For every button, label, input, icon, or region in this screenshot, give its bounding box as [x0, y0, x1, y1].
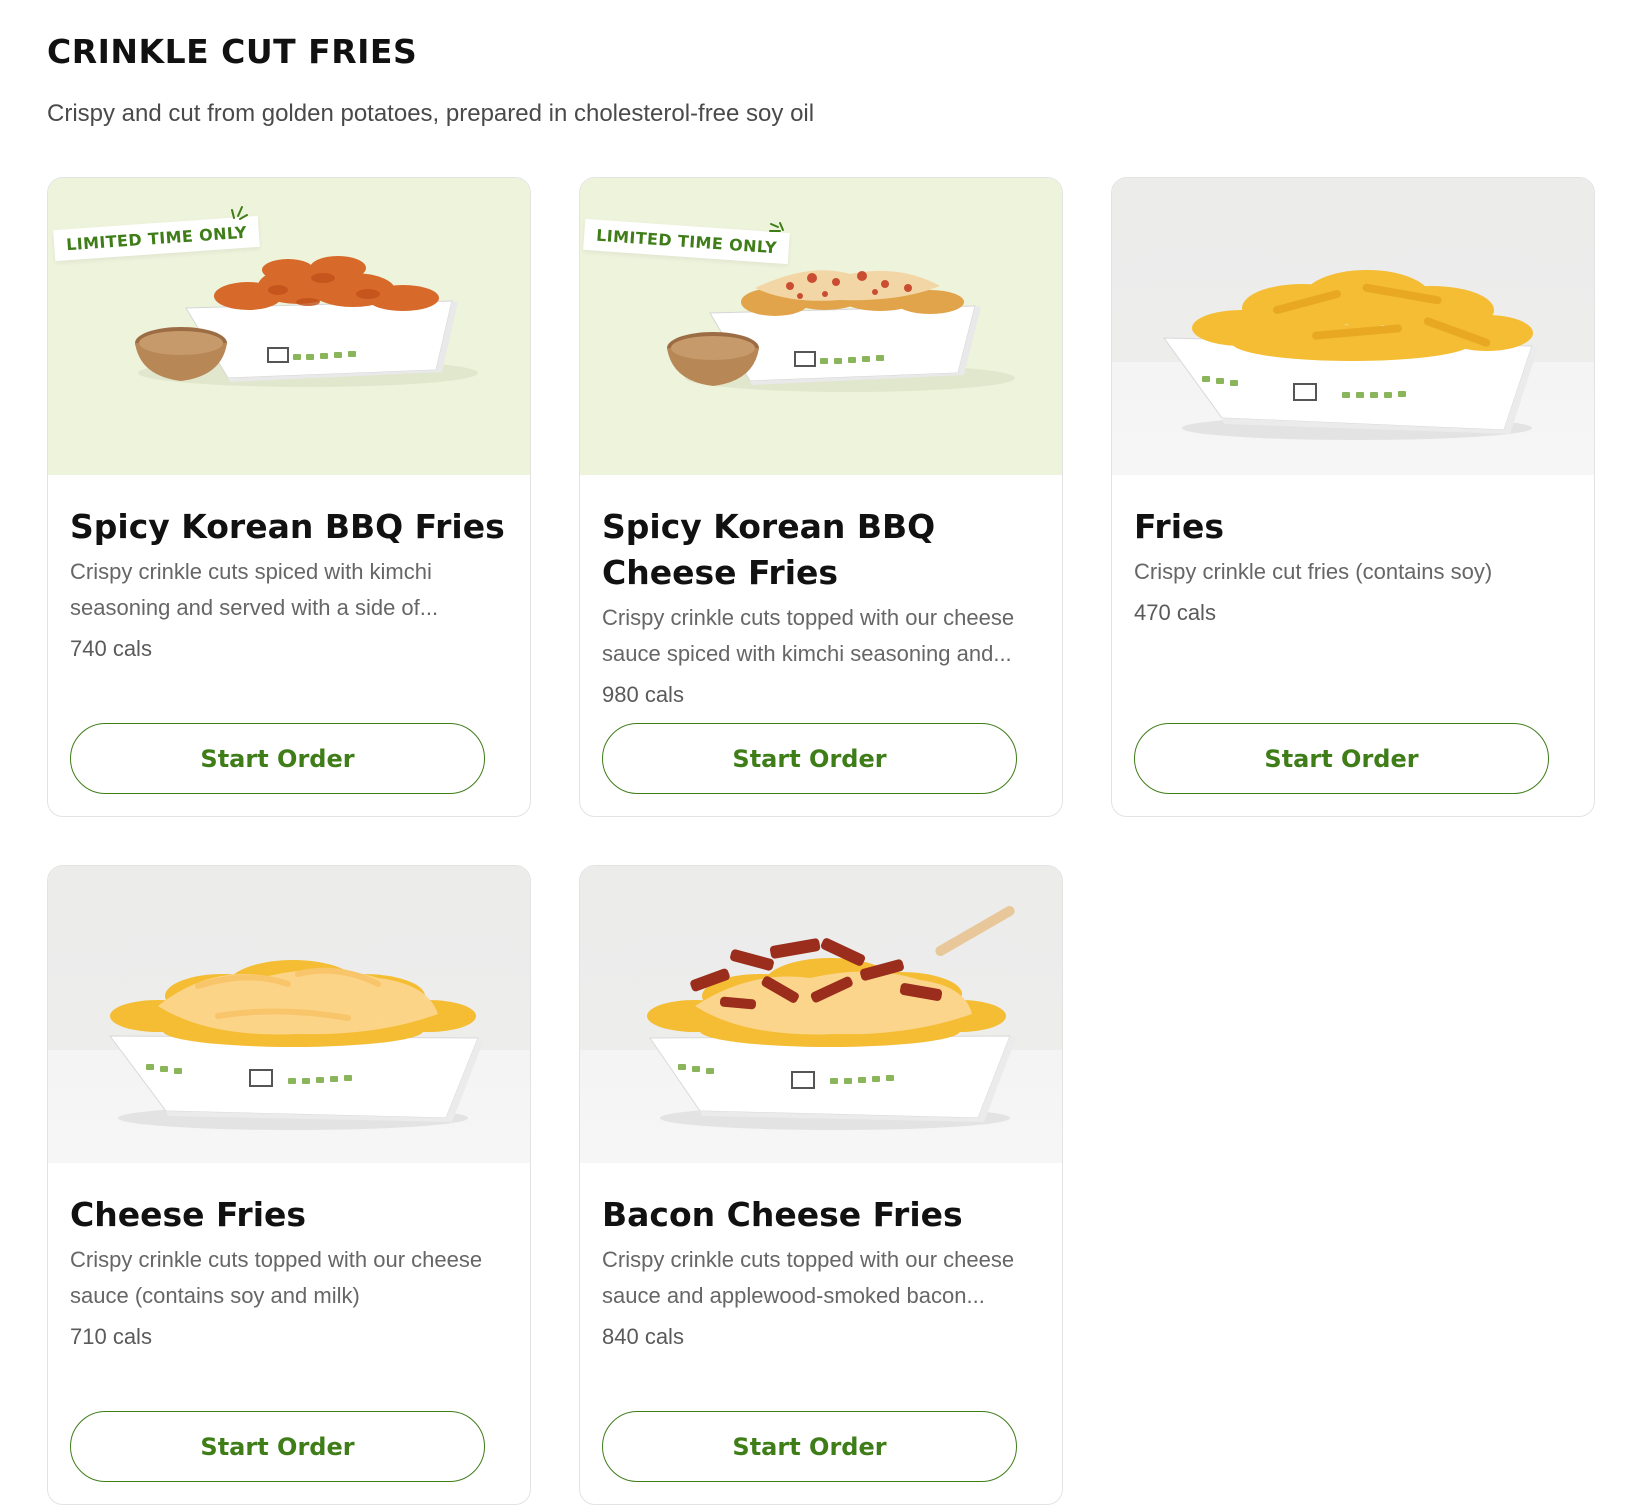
- menu-grid: LIMITED TIME ONLY Spicy Korean BBQ Fries…: [47, 177, 1595, 1505]
- card-image[interactable]: LIMITED TIME ONLY: [580, 178, 1062, 475]
- card-description: Crispy crinkle cuts topped with our chee…: [602, 1247, 1015, 1308]
- card-body: Cheese Fries Crispy crinkle cuts topped …: [70, 1192, 508, 1352]
- spicy-korean-bbq-cheese-fries-photo: [667, 270, 1015, 392]
- card-title: Bacon Cheese Fries: [602, 1195, 963, 1234]
- card-calories: 840 cals: [602, 1324, 684, 1349]
- start-order-button[interactable]: Start Order: [602, 723, 1017, 794]
- card-calories: 710 cals: [70, 1324, 152, 1349]
- card-calories: 470 cals: [1134, 600, 1216, 625]
- card-body: Bacon Cheese Fries Crispy crinkle cuts t…: [602, 1192, 1040, 1352]
- spicy-korean-bbq-fries-photo: [135, 256, 478, 387]
- menu-card-spicy-korean-bbq-fries[interactable]: LIMITED TIME ONLY Spicy Korean BBQ Fries…: [47, 177, 531, 817]
- card-body: Spicy Korean BBQ Cheese Fries Crispy cri…: [602, 504, 1040, 710]
- start-order-button[interactable]: Start Order: [70, 1411, 485, 1482]
- start-order-button[interactable]: Start Order: [1134, 723, 1549, 794]
- card-title: Spicy Korean BBQ Cheese Fries: [602, 507, 936, 592]
- menu-card-bacon-cheese-fries[interactable]: Bacon Cheese Fries Crispy crinkle cuts t…: [579, 865, 1063, 1505]
- card-description: Crispy crinkle cuts topped with our chee…: [70, 1247, 483, 1308]
- card-image[interactable]: [580, 866, 1062, 1163]
- card-description: Crispy crinkle cut fries (contains soy): [1134, 559, 1493, 584]
- card-body: Fries Crispy crinkle cut fries (contains…: [1134, 504, 1572, 628]
- start-order-button[interactable]: Start Order: [602, 1411, 1017, 1482]
- card-description: Crispy crinkle cuts spiced with kimchi s…: [70, 559, 439, 620]
- section-subtitle: Crispy and cut from golden potatoes, pre…: [47, 100, 815, 128]
- start-order-button[interactable]: Start Order: [70, 723, 485, 794]
- spark-icon: [231, 206, 248, 220]
- card-calories: 980 cals: [602, 682, 684, 707]
- section-title: CRINKLE CUT FRIES: [47, 32, 418, 71]
- card-description: Crispy crinkle cuts topped with our chee…: [602, 605, 1015, 666]
- card-body: Spicy Korean BBQ Fries Crispy crinkle cu…: [70, 504, 508, 664]
- card-image[interactable]: [48, 866, 530, 1163]
- menu-card-fries[interactable]: Fries Crispy crinkle cut fries (contains…: [1111, 177, 1595, 817]
- spark-icon: [769, 222, 784, 232]
- menu-card-cheese-fries[interactable]: Cheese Fries Crispy crinkle cuts topped …: [47, 865, 531, 1505]
- card-title: Spicy Korean BBQ Fries: [70, 507, 505, 546]
- card-calories: 740 cals: [70, 636, 152, 661]
- fries-photo: [1163, 270, 1538, 440]
- bacon-cheese-fries-photo: [647, 906, 1016, 1130]
- section-header: CRINKLE CUT FRIES Crispy and cut from go…: [47, 32, 1607, 129]
- menu-card-spicy-korean-bbq-cheese-fries[interactable]: LIMITED TIME ONLY Spicy Korean BBQ Chees…: [579, 177, 1063, 817]
- card-image[interactable]: [1112, 178, 1594, 475]
- card-title: Cheese Fries: [70, 1195, 307, 1234]
- card-image[interactable]: LIMITED TIME ONLY: [48, 178, 530, 475]
- card-title: Fries: [1134, 507, 1225, 546]
- cheese-fries-photo: [108, 960, 484, 1130]
